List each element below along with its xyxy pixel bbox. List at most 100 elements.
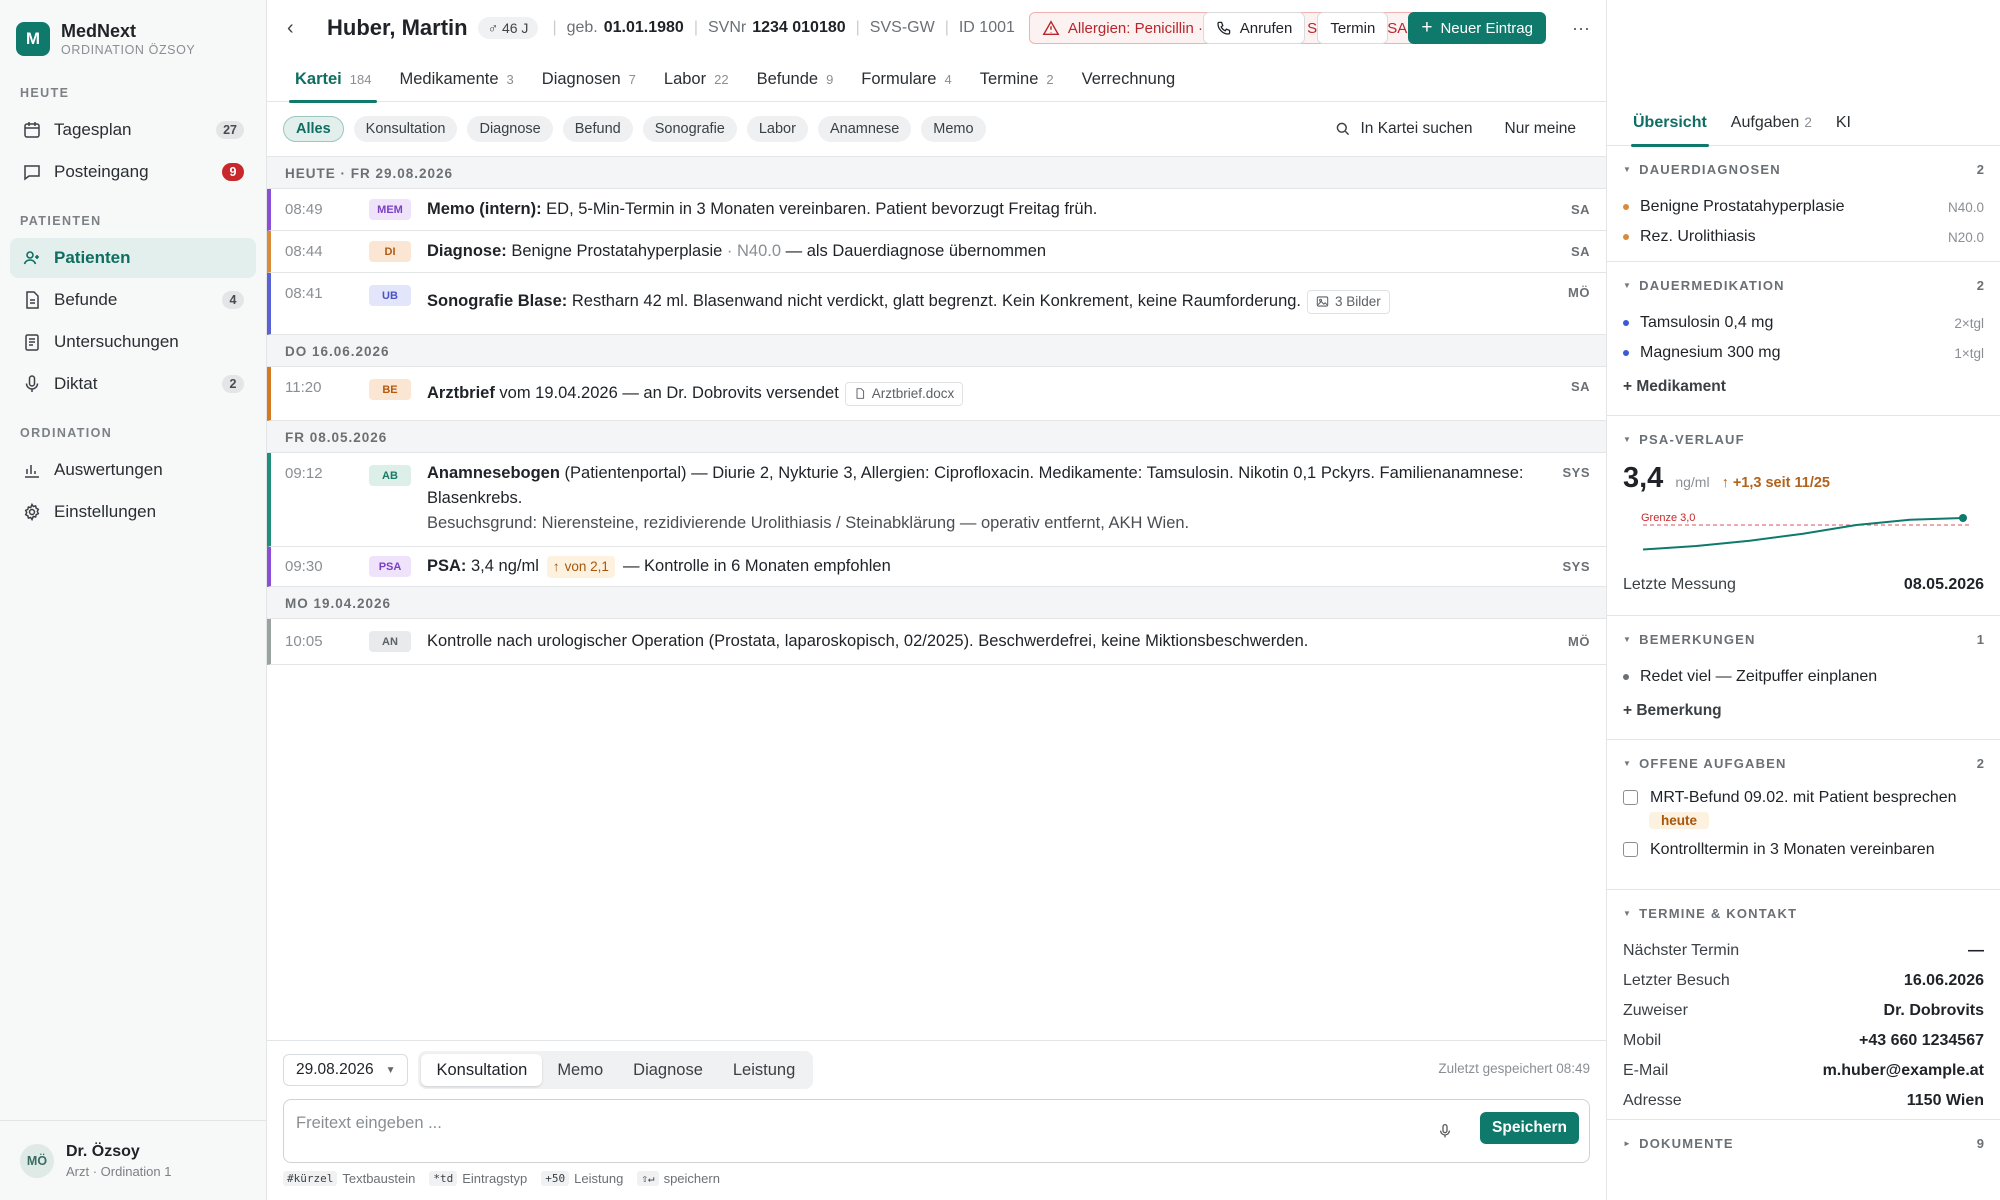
task-checkbox[interactable] <box>1623 842 1638 857</box>
only-mine-toggle[interactable]: Nur meine <box>1505 120 1577 138</box>
search-record-button[interactable]: In Kartei suchen <box>1335 120 1473 138</box>
filter-chip-sonografie[interactable]: Sonografie <box>642 116 737 142</box>
timeline-entry[interactable]: 08:44 DI Diagnose: Benigne Prostatahyper… <box>267 231 1606 273</box>
entry-date-select[interactable]: 29.08.2026 ▼ <box>283 1054 409 1086</box>
filter-chip-anamnese[interactable]: Anamnese <box>817 116 912 142</box>
new-entry-button[interactable]: + Neuer Eintrag <box>1408 12 1546 44</box>
current-user[interactable]: MÖ Dr. Özsoy Arzt · Ordination 1 <box>0 1120 266 1200</box>
sidebar-item-label: Tagesplan <box>54 120 132 139</box>
svnr-value: 1234 010180 <box>752 19 846 36</box>
timeline-entry[interactable]: 11:20 BE Arztbrief vom 19.04.2026 — an D… <box>267 367 1606 421</box>
list-item[interactable]: Benigne Prostatahyperplasie N40.0 <box>1623 192 1984 222</box>
add-medication-button[interactable]: + Medikament <box>1623 368 1984 406</box>
entry-text: 3,4 ng/ml <box>466 557 539 575</box>
task-item: Kontrolltermin in 3 Monaten vereinbaren <box>1623 838 1984 862</box>
microphone-icon[interactable] <box>1437 1122 1453 1140</box>
image-attachment[interactable]: 3 Bilder <box>1307 289 1390 314</box>
attachment-label: 3 Bilder <box>1335 294 1381 310</box>
tab-ai[interactable]: KI <box>1824 100 1863 146</box>
filter-chip-befund[interactable]: Befund <box>562 116 633 142</box>
type-diagnose[interactable]: Diagnose <box>618 1054 718 1086</box>
tab-diagnosen[interactable]: Diagnosen 7 <box>528 56 650 102</box>
list-item[interactable]: Tamsulosin 0,4 mg 2×tgl <box>1623 308 1984 338</box>
type-konsultation[interactable]: Konsultation <box>421 1054 543 1086</box>
image-icon <box>1316 296 1329 307</box>
item-label: Tamsulosin 0,4 mg <box>1640 314 1774 331</box>
freetext-input[interactable] <box>296 1114 1396 1133</box>
tab-verrechnung[interactable]: Verrechnung <box>1068 56 1190 102</box>
sidebar-item-patienten[interactable]: Patienten <box>10 238 256 278</box>
task-label: Kontrolltermin in 3 Monaten vereinbaren <box>1650 841 1935 858</box>
entry-composer: 29.08.2026 ▼ Konsultation Memo Diagnose L… <box>267 1040 1606 1200</box>
file-attachment[interactable]: Arztbrief.docx <box>844 381 964 406</box>
tab-termine[interactable]: Termine 2 <box>966 56 1068 102</box>
section-header[interactable]: ▼ BEMERKUNGEN 1 <box>1623 616 1984 662</box>
timeline-entry[interactable]: 10:05 AN Kontrolle nach urologischer Ope… <box>267 619 1606 665</box>
more-icon[interactable]: ··· <box>1566 18 1596 39</box>
row-label: Adresse <box>1623 1092 1682 1109</box>
save-button[interactable]: Speichern <box>1480 1112 1579 1144</box>
shortcut-label: speichern <box>663 1171 720 1186</box>
collapse-caret-icon: ▼ <box>1623 758 1633 768</box>
sidebar-item-diktat[interactable]: Diktat 2 <box>10 364 256 404</box>
list-item[interactable]: Magnesium 300 mg 1×tgl <box>1623 338 1984 368</box>
section-header[interactable]: ► DOKUMENTE 9 <box>1623 1120 1984 1166</box>
contact-row-last-visit: Letzter Besuch 16.06.2026 <box>1623 966 1984 996</box>
filter-chip-labor[interactable]: Labor <box>746 116 808 142</box>
section-header[interactable]: ▼ PSA-VERLAUF <box>1623 416 1984 462</box>
tab-medikamente[interactable]: Medikamente 3 <box>385 56 527 102</box>
filter-chip-diagnose[interactable]: Diagnose <box>467 116 553 142</box>
tab-count: 9 <box>826 71 834 87</box>
sidebar-item-posteingang[interactable]: Posteingang 9 <box>10 152 256 192</box>
filter-chip-konsultation[interactable]: Konsultation <box>353 116 458 142</box>
tab-labor[interactable]: Labor 22 <box>650 56 743 102</box>
item-label: Benigne Prostatahyperplasie <box>1640 198 1845 215</box>
avatar: MÖ <box>20 1143 54 1178</box>
sidebar-item-tagesplan[interactable]: Tagesplan 27 <box>10 110 256 150</box>
tab-count: 2 <box>1046 71 1054 87</box>
tab-tasks[interactable]: Aufgaben 2 <box>1719 100 1824 146</box>
back-icon[interactable]: ‹ <box>287 17 307 40</box>
timeline-entry[interactable]: 08:41 UB Sonografie Blase: Restharn 42 m… <box>267 273 1606 335</box>
psa-unit: ng/ml <box>1675 474 1710 490</box>
timeline-entry[interactable]: 08:49 MEM Memo (intern): ED, 5-Min-Termi… <box>267 189 1606 231</box>
timeline-entry[interactable]: 09:30 PSA PSA: 3,4 ng/ml ↑ von 2,1 — Kontro… <box>267 547 1606 587</box>
tab-formulare[interactable]: Formulare 4 <box>847 56 965 102</box>
contact-row-mobile[interactable]: Mobil +43 660 1234567 <box>1623 1026 1984 1056</box>
collapse-caret-icon: ▼ <box>1623 164 1633 174</box>
type-memo[interactable]: Memo <box>542 1054 618 1086</box>
call-button[interactable]: Anrufen <box>1202 12 1306 44</box>
psa-delta-label: +1,3 seit 11/25 <box>1732 475 1830 491</box>
section-count: 2 <box>1976 277 1984 293</box>
filter-chip-memo[interactable]: Memo <box>921 116 986 142</box>
tab-count: 7 <box>628 71 636 87</box>
appointment-button[interactable]: Termin <box>1317 12 1389 44</box>
tab-label: Medikamente <box>399 69 499 88</box>
add-note-button[interactable]: + Bemerkung <box>1623 692 1984 730</box>
contact-row-email[interactable]: E-Mail m.huber@example.at <box>1623 1056 1984 1086</box>
plus-icon: + <box>1421 17 1433 38</box>
sidebar-item-befunde[interactable]: Befunde 4 <box>10 280 256 320</box>
list-item[interactable]: Redet viel — Zeitpuffer einplanen <box>1623 662 1984 692</box>
tab-overview[interactable]: Übersicht <box>1621 100 1719 147</box>
filter-chip-alles[interactable]: Alles <box>283 116 344 142</box>
section-dokumente: ► DOKUMENTE 9 <box>1607 1120 2000 1166</box>
tab-label: Formulare <box>861 69 937 88</box>
entry-text: Benigne Prostatahyperplasie <box>506 242 723 260</box>
list-item[interactable]: Rez. Urolithiasis N20.0 <box>1623 222 1984 252</box>
task-checkbox[interactable] <box>1623 790 1638 805</box>
section-header[interactable]: ▼ TERMINE & KONTAKT <box>1623 890 1984 936</box>
sidebar-item-untersuchungen[interactable]: Untersuchungen <box>10 322 256 362</box>
sidebar-item-auswertungen[interactable]: Auswertungen <box>10 450 256 490</box>
section-header[interactable]: ▼ OFFENE AUFGABEN 2 <box>1623 740 1984 786</box>
section-header[interactable]: ▼ DAUERDIAGNOSEN 2 <box>1623 146 1984 192</box>
timeline-entry[interactable]: 09:12 AB Anamnesebogen (Patientenportal)… <box>267 453 1606 547</box>
sidebar-item-einstellungen[interactable]: Einstellungen <box>10 492 256 532</box>
brand[interactable]: M MedNext ORDINATION ÖZSOY <box>0 0 266 58</box>
tab-kartei[interactable]: Kartei 184 <box>281 56 385 103</box>
shortcut-key: #kürzel <box>283 1171 338 1186</box>
tab-befunde[interactable]: Befunde 9 <box>743 56 848 102</box>
type-leistung[interactable]: Leistung <box>718 1054 810 1086</box>
section-header[interactable]: ▼ DAUERMEDIKATION 2 <box>1623 262 1984 308</box>
item-dosage: 2×tgl <box>1954 315 1984 331</box>
